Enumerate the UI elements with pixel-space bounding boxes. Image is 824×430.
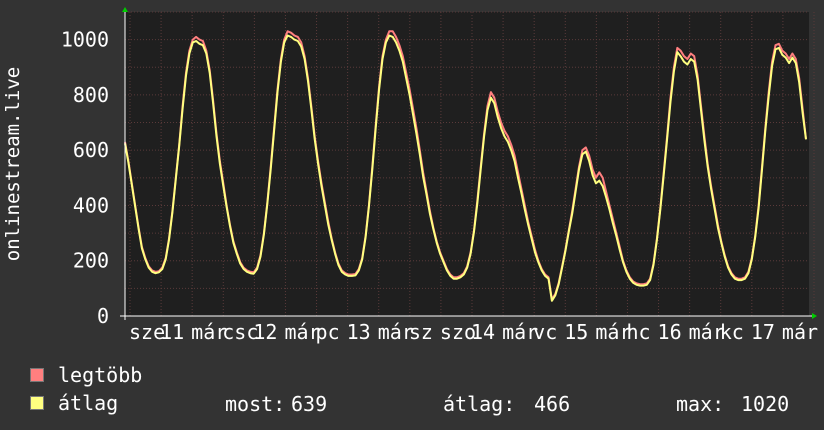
y-tick-label: 400 (73, 193, 109, 217)
x-tick-label: 13 (347, 320, 371, 344)
x-tick-label: 16 (658, 320, 682, 344)
y-tick-label: 600 (73, 138, 109, 162)
y-axis-label: onlinestream.live (2, 67, 24, 261)
x-tick-label: 11 (160, 320, 184, 344)
x-tick-label: már (782, 320, 818, 344)
chart: 02004006008001000 sze11 márcsc12 márpc 13 má… (2, 7, 818, 344)
x-tick-label: kc (720, 320, 744, 344)
legend-item-avg: átlag (30, 391, 119, 415)
x-tick-label: 12 (253, 320, 277, 344)
y-tick-label: 1000 (61, 28, 109, 52)
y-tick-label: 0 (97, 304, 109, 328)
x-axis-arrow (812, 313, 817, 319)
x-tick-label: pc (316, 320, 340, 344)
x-tick-label: vc (533, 320, 557, 344)
x-tick-label: 17 (751, 320, 775, 344)
legend-item-max: legtöbb (30, 363, 143, 387)
stat-max-label: max: (676, 392, 725, 416)
stat-now-value: 639 (291, 392, 328, 416)
x-tick-labels: sze11 márcsc12 márpc 13 mársz szo14 márvc 15 már… (129, 320, 818, 344)
stat-now-label: most: (225, 392, 286, 416)
x-tick-label: 15 (564, 320, 588, 344)
x-tick-label: 14 (471, 320, 495, 344)
x-tick-label: hc (626, 320, 650, 344)
legend-swatch-avg (30, 396, 44, 410)
legend-label-avg: átlag (58, 391, 119, 415)
x-tick-label: sz (409, 320, 433, 344)
y-tick-labels: 0 200 400 600 800 1000 (61, 28, 109, 328)
y-tick-label: 800 (73, 83, 109, 107)
stat-max-value: 1020 (741, 392, 790, 416)
stat-avg-value: 466 (534, 392, 571, 416)
legend-label-max: legtöbb (58, 363, 143, 387)
y-axis-arrow (122, 7, 128, 12)
stat-avg-label: átlag: (443, 392, 516, 416)
y-tick-label: 200 (73, 249, 109, 273)
legend-swatch-max (30, 368, 44, 382)
